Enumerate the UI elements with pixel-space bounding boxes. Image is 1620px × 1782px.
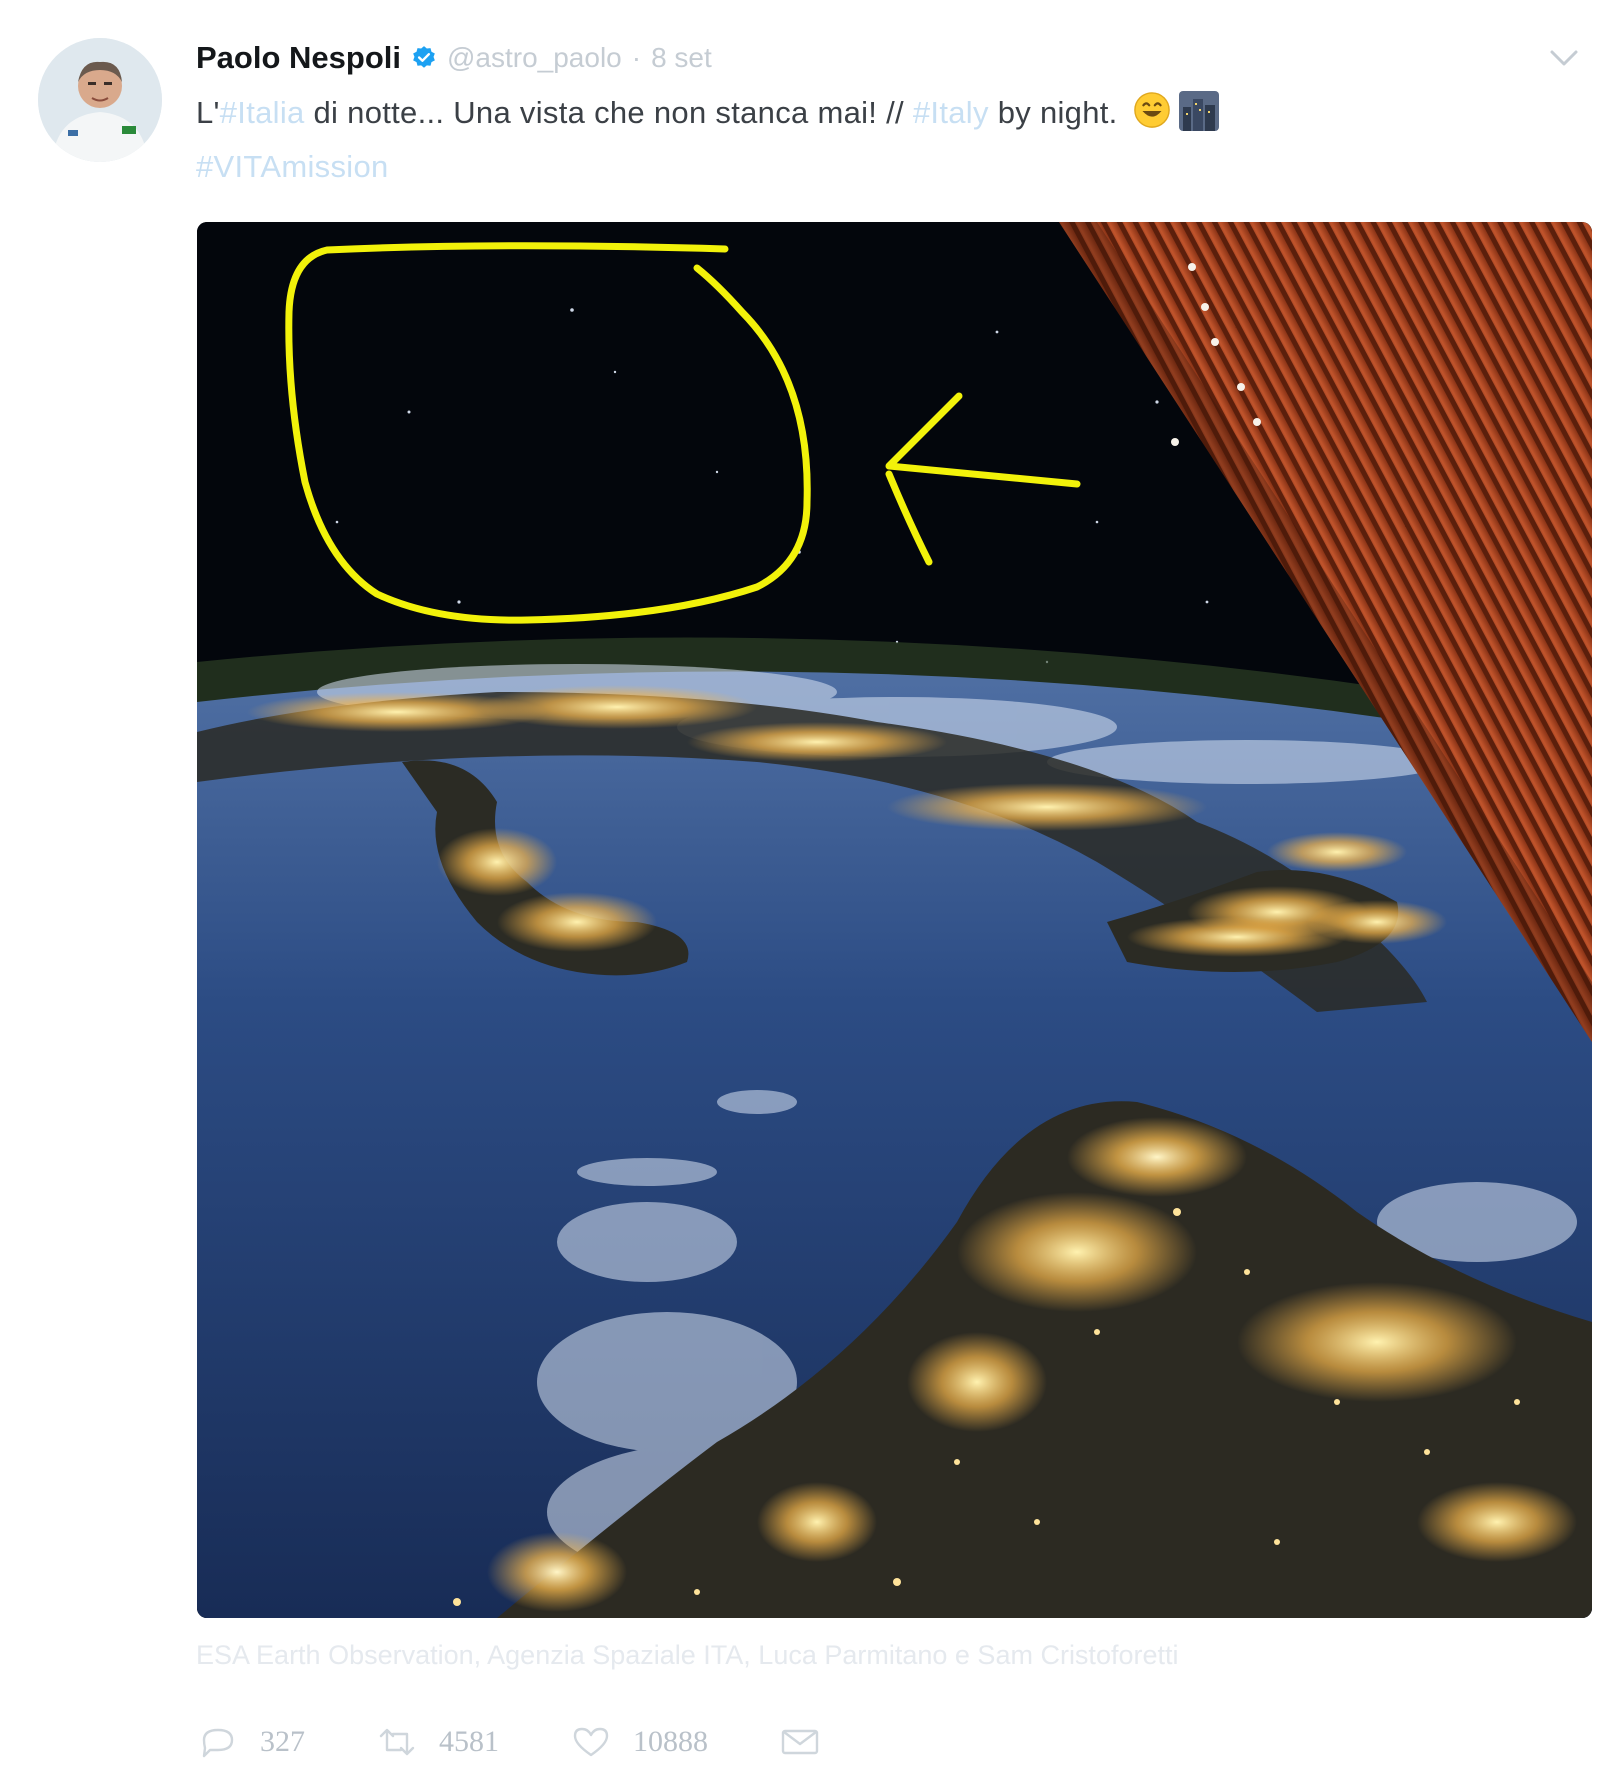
tweet-header: Paolo Nespoli @astro_paolo · 8 set [196, 30, 712, 86]
avatar-image [38, 38, 162, 162]
night-city-emoji-icon [1178, 91, 1219, 131]
tweet-text-part: L' [196, 95, 220, 130]
hashtag-link[interactable]: #VITAmission [196, 149, 389, 184]
hashtag-link[interactable]: #Italia [220, 95, 305, 130]
tweet-text-part: di notte... Una vista che non stanca mai… [304, 95, 913, 130]
heart-icon [573, 1727, 609, 1757]
hashtag-link[interactable]: #Italy [913, 95, 989, 130]
retweet-action[interactable]: 4581 [375, 1724, 499, 1760]
tweet-date[interactable]: 8 set [651, 42, 712, 74]
reply-icon [202, 1728, 234, 1758]
retweet-icon [379, 1728, 415, 1756]
message-action[interactable] [778, 1724, 822, 1760]
reply-count: 327 [260, 1725, 305, 1758]
tweet-actions: 327 4581 10888 [196, 1720, 892, 1764]
avatar[interactable] [38, 38, 162, 162]
smiling-face-emoji-icon [1133, 92, 1170, 128]
like-count: 10888 [633, 1725, 708, 1758]
chevron-down-icon[interactable] [1548, 46, 1580, 70]
tweet-photo[interactable] [197, 222, 1592, 1618]
earth-at-night-image [197, 222, 1592, 1618]
retweet-count: 4581 [439, 1725, 499, 1758]
photo-caption: ESA Earth Observation, Agenzia Spaziale … [196, 1640, 1179, 1670]
tweet-text-part: by night. [988, 95, 1127, 130]
verified-badge-icon [413, 46, 435, 68]
envelope-icon [781, 1729, 819, 1755]
like-action[interactable]: 10888 [569, 1724, 708, 1760]
tweet-text: L'#Italia di notte... Una vista che non … [196, 86, 1496, 194]
author-name[interactable]: Paolo Nespoli [196, 40, 401, 76]
author-handle[interactable]: @astro_paolo [447, 42, 622, 74]
header-separator: · [631, 42, 642, 73]
reply-action[interactable]: 327 [196, 1724, 305, 1760]
